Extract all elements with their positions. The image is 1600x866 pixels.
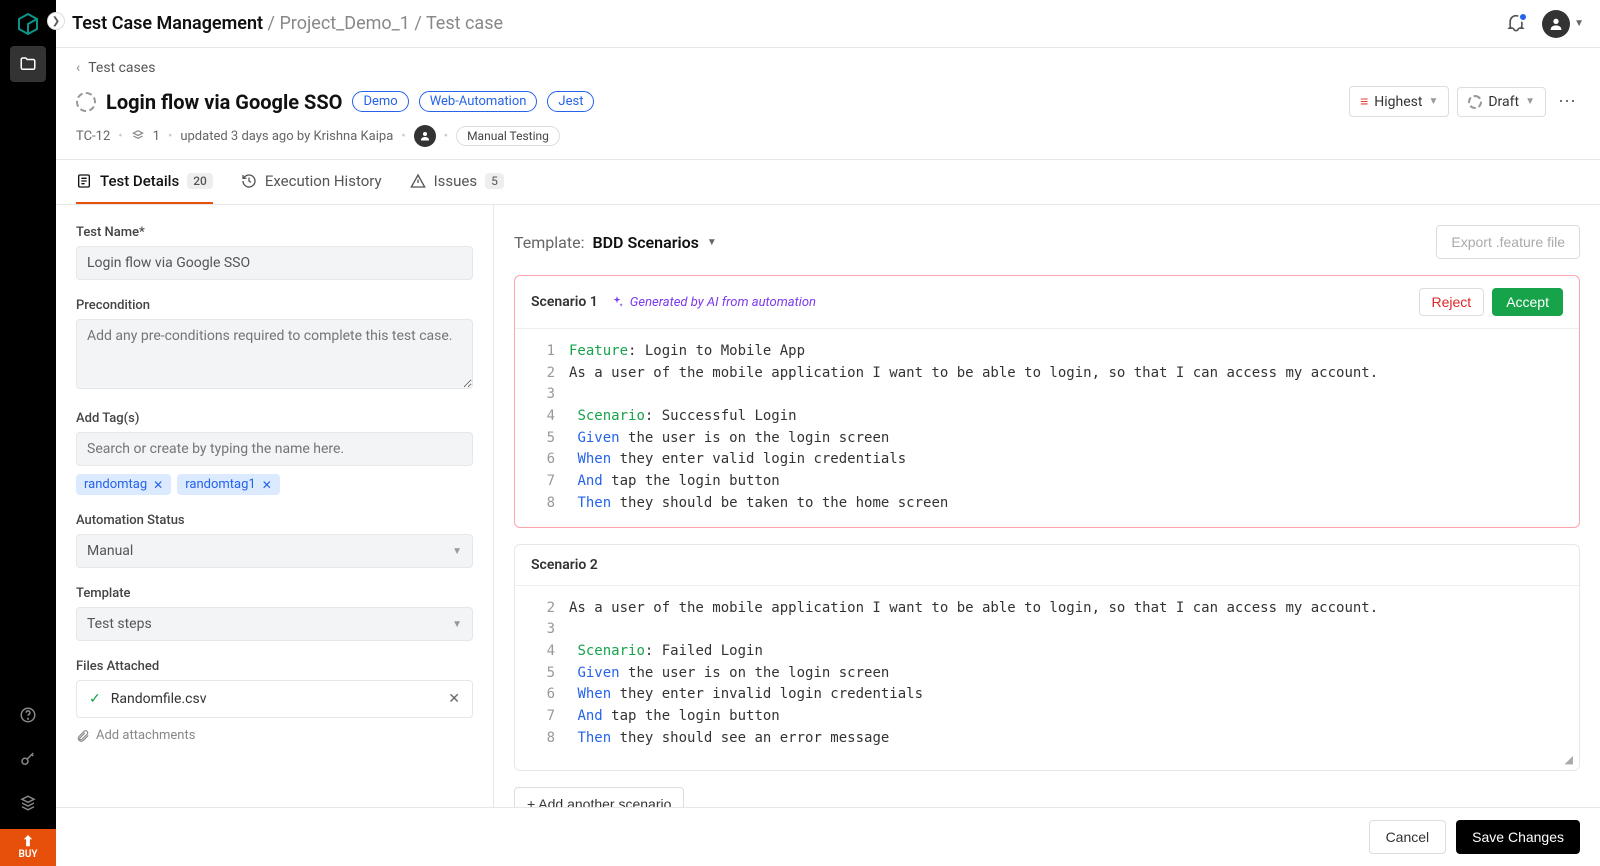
cancel-button[interactable]: Cancel bbox=[1369, 820, 1447, 854]
scenario-title: Scenario 1 bbox=[531, 294, 598, 310]
automation-status-label: Automation Status bbox=[76, 513, 473, 528]
accept-button[interactable]: Accept bbox=[1492, 288, 1563, 316]
add-scenario-button[interactable]: + Add another scenario bbox=[514, 787, 684, 807]
automation-status-select[interactable]: Manual▼ bbox=[76, 534, 473, 568]
help-icon[interactable] bbox=[10, 697, 46, 733]
pill-web-automation: Web-Automation bbox=[419, 91, 538, 112]
tags-input[interactable] bbox=[76, 432, 473, 466]
breadcrumb: Test Case Management / Project_Demo_1 / … bbox=[72, 13, 503, 34]
precondition-input[interactable] bbox=[76, 319, 473, 389]
priority-icon: ≡ bbox=[1360, 93, 1368, 110]
paperclip-icon bbox=[76, 729, 90, 743]
template-header-value: BDD Scenarios bbox=[592, 233, 698, 252]
tags-label: Add Tag(s) bbox=[76, 411, 473, 426]
testcase-id: TC-12 bbox=[76, 129, 110, 144]
key-icon[interactable] bbox=[10, 741, 46, 777]
author-avatar bbox=[414, 125, 436, 147]
logo-icon bbox=[14, 10, 42, 38]
scenario-title: Scenario 2 bbox=[531, 557, 598, 573]
stack-icon[interactable] bbox=[10, 785, 46, 821]
avatar bbox=[1542, 10, 1570, 38]
chevron-down-icon: ▼ bbox=[1574, 18, 1584, 29]
chevron-down-icon: ▼ bbox=[452, 546, 462, 557]
remove-tag-icon[interactable]: ✕ bbox=[262, 478, 272, 492]
meta-row: TC-12• 1• updated 3 days ago by Krishna … bbox=[76, 125, 1580, 147]
test-name-label: Test Name* bbox=[76, 225, 473, 240]
draft-icon bbox=[1468, 95, 1482, 109]
test-name-input[interactable] bbox=[76, 246, 473, 280]
template-select[interactable]: Test steps▼ bbox=[76, 607, 473, 641]
back-icon[interactable]: ‹ bbox=[76, 60, 80, 76]
history-icon bbox=[241, 173, 257, 189]
save-changes-button[interactable]: Save Changes bbox=[1456, 820, 1580, 854]
files-label: Files Attached bbox=[76, 659, 473, 674]
pill-jest: Jest bbox=[547, 91, 594, 112]
file-row: ✓ Randomfile.csv ✕ bbox=[76, 680, 473, 718]
scenario-1-box: Scenario 1 Generated by AI from automati… bbox=[514, 275, 1580, 528]
back-link[interactable]: Test cases bbox=[88, 60, 155, 76]
template-header-label: Template: bbox=[514, 233, 584, 252]
left-sidebar: ❯ ⬆BUY bbox=[0, 0, 56, 866]
stack-icon bbox=[131, 129, 145, 143]
export-feature-button[interactable]: Export .feature file bbox=[1436, 225, 1580, 259]
precondition-label: Precondition bbox=[76, 298, 473, 313]
user-menu[interactable]: ▼ bbox=[1542, 10, 1584, 38]
remove-file-icon[interactable]: ✕ bbox=[448, 691, 460, 707]
pill-demo: Demo bbox=[352, 91, 408, 112]
notifications-icon[interactable] bbox=[1506, 14, 1526, 34]
chevron-down-icon: ▼ bbox=[1428, 96, 1438, 107]
topbar: Test Case Management / Project_Demo_1 / … bbox=[56, 0, 1600, 48]
chevron-down-icon: ▼ bbox=[1525, 96, 1535, 107]
scenario-2-editor[interactable]: 2As a user of the mobile application I w… bbox=[515, 586, 1579, 754]
priority-dropdown[interactable]: ≡ Highest ▼ bbox=[1349, 86, 1449, 117]
scenario-2-box: Scenario 2 2As a user of the mobile appl… bbox=[514, 544, 1580, 772]
sidebar-folder-icon[interactable] bbox=[10, 46, 46, 82]
tab-test-details[interactable]: Test Details20 bbox=[76, 160, 213, 204]
reject-button[interactable]: Reject bbox=[1419, 288, 1485, 316]
remove-tag-icon[interactable]: ✕ bbox=[153, 478, 163, 492]
status-dropdown[interactable]: Draft ▼ bbox=[1457, 87, 1546, 117]
chevron-down-icon: ▼ bbox=[452, 619, 462, 630]
type-chip: Manual Testing bbox=[456, 126, 560, 146]
status-circle-icon bbox=[76, 92, 96, 112]
file-name: Randomfile.csv bbox=[111, 691, 207, 707]
more-menu-icon[interactable]: ⋯ bbox=[1554, 87, 1580, 116]
buy-button[interactable]: ⬆BUY bbox=[0, 829, 56, 866]
tab-execution-history[interactable]: Execution History bbox=[241, 160, 382, 204]
page-title: Login flow via Google SSO bbox=[106, 90, 342, 114]
tab-issues[interactable]: Issues5 bbox=[410, 160, 504, 204]
resize-handle-icon[interactable]: ◢ bbox=[515, 753, 1579, 770]
chevron-down-icon[interactable]: ▼ bbox=[707, 237, 717, 248]
details-icon bbox=[76, 173, 92, 189]
warning-icon bbox=[410, 173, 426, 189]
tag-chip: randomtag1✕ bbox=[177, 474, 280, 495]
scenario-1-editor[interactable]: 1Feature: Login to Mobile App2As a user … bbox=[515, 329, 1579, 527]
check-icon: ✓ bbox=[89, 691, 101, 707]
add-attachments-link[interactable]: Add attachments bbox=[76, 728, 473, 743]
template-label: Template bbox=[76, 586, 473, 601]
sparkle-icon bbox=[610, 295, 624, 309]
ai-generated-badge: Generated by AI from automation bbox=[610, 295, 816, 310]
tag-chip: randomtag✕ bbox=[76, 474, 171, 495]
